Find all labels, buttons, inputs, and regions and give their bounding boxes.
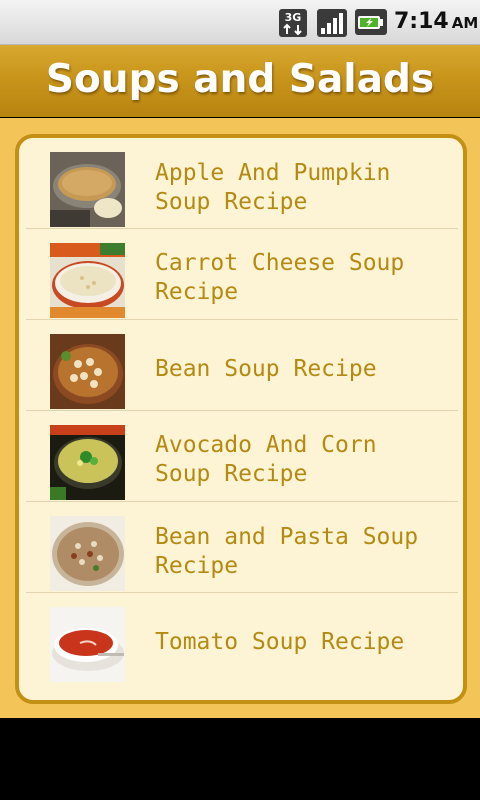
recipe-label: Carrot Cheese Soup Recipe xyxy=(155,250,405,305)
title-bar: Soups and Salads xyxy=(0,45,480,117)
carrot-cheese-soup-thumbnail xyxy=(50,243,125,318)
avocado-corn-soup-thumbnail xyxy=(50,425,125,500)
recipe-item-avocado-corn-soup[interactable]: Avocado And Corn Soup Recipe xyxy=(26,411,458,502)
signal-strength-icon xyxy=(317,9,347,37)
status-clock: 7:14 AM xyxy=(394,9,479,34)
svg-text:3G: 3G xyxy=(285,11,302,24)
bean-soup-thumbnail xyxy=(50,334,125,409)
recipe-item-apple-pumpkin-soup[interactable]: Apple And Pumpkin Soup Recipe xyxy=(26,138,458,229)
recipe-label: Tomato Soup Recipe xyxy=(155,629,405,655)
3g-data-icon: 3G xyxy=(279,9,307,37)
content-area: Apple And Pumpkin Soup Recipe Carrot Che… xyxy=(0,118,480,718)
tomato-soup-thumbnail xyxy=(50,607,125,682)
recipe-item-carrot-cheese-soup[interactable]: Carrot Cheese Soup Recipe xyxy=(26,229,458,320)
recipe-item-bean-pasta-soup[interactable]: Bean and Pasta Soup Recipe xyxy=(26,502,458,593)
battery-charging-icon xyxy=(355,9,387,35)
recipe-label: Apple And Pumpkin Soup Recipe xyxy=(155,160,391,215)
status-bar: 3G 7:14 AM xyxy=(0,0,480,45)
recipe-label: Bean Soup Recipe xyxy=(155,356,377,382)
page-title: Soups and Salads xyxy=(45,57,435,102)
recipe-label: Bean and Pasta Soup Recipe xyxy=(155,524,419,579)
recipe-label: Avocado And Corn Soup Recipe xyxy=(155,432,377,487)
app-screen: 3G 7:14 AM Soups and Salads Apple And Pu… xyxy=(0,0,480,800)
bean-pasta-soup-thumbnail xyxy=(50,516,125,591)
recipe-item-tomato-soup[interactable]: Tomato Soup Recipe xyxy=(26,593,458,684)
recipe-item-bean-soup[interactable]: Bean Soup Recipe xyxy=(26,320,458,411)
recipe-list: Apple And Pumpkin Soup Recipe Carrot Che… xyxy=(15,134,467,704)
pumpkin-soup-thumbnail xyxy=(50,152,125,227)
